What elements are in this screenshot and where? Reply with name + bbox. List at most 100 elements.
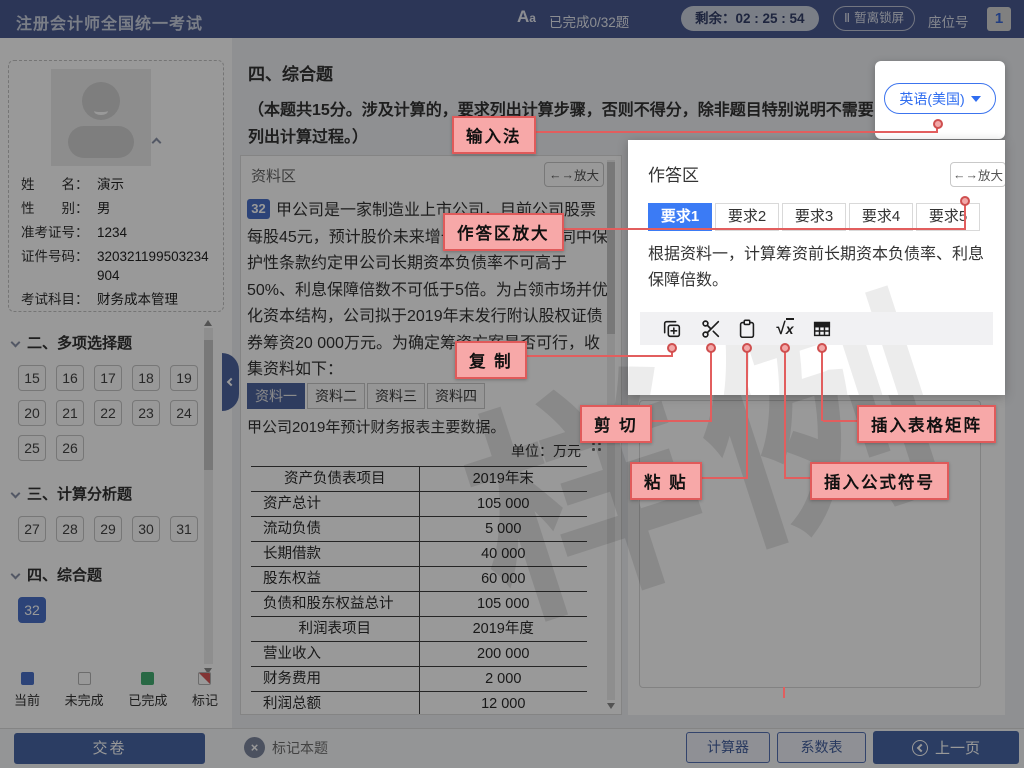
submit-button[interactable]: 交卷 [14,733,205,764]
table-unit: 单位：万元 [251,441,587,461]
status-legend: 当前未完成已完成标记 [10,672,222,709]
note-answer-zoom: 作答区放大 [443,213,564,251]
requirement-tab[interactable]: 要求4 [849,203,913,231]
sidebar-scrollbar[interactable] [204,328,213,664]
table-row: 财务费用2 000 [251,667,587,692]
question-button-21[interactable]: 21 [56,400,84,426]
avatar [51,69,151,166]
seat-number: 1 [987,7,1011,31]
previous-page-button[interactable]: 上一页 [873,731,1019,764]
material-tab[interactable]: 资料四 [427,383,485,409]
note-input-method: 输入法 [452,116,536,154]
answer-panel-title: 作答区 [648,161,699,186]
paste-icon[interactable] [735,317,759,341]
requirement-tab[interactable]: 要求2 [715,203,779,231]
callout-line [821,351,823,421]
question-button-22[interactable]: 22 [94,400,122,426]
scroll-up-icon[interactable] [204,320,212,326]
callout-dot [742,343,752,353]
question-button-27[interactable]: 27 [18,516,46,542]
chevron-left-icon [226,378,234,386]
question-button-17[interactable]: 17 [94,365,122,391]
progress-text: 已完成0/32题 [549,11,629,31]
question-button-25[interactable]: 25 [18,435,46,461]
material-scroll-thumb[interactable] [607,162,615,334]
app-title: 注册会计师全国统一考试 [16,10,203,34]
callout-line [651,420,712,422]
chevron-down-icon [11,338,21,348]
profile-row: 证件号码：320321199503234904 [21,247,217,285]
table-row: 营业收入200 000 [251,642,587,667]
answer-panel-bottom [628,395,1005,715]
answer-panel: 样例 作答区 ←→放大 要求1要求2要求3要求4要求5 根据资料一，计算筹资前长… [628,140,1005,395]
question-button-29[interactable]: 29 [94,516,122,542]
material-tab[interactable]: 资料二 [307,383,365,409]
question-button-30[interactable]: 30 [132,516,160,542]
material-scroll-down-icon[interactable] [607,703,615,709]
collapse-info-icon[interactable] [153,133,160,151]
question-button-15[interactable]: 15 [18,365,46,391]
question-button-24[interactable]: 24 [170,400,198,426]
seat-label: 座位号 [928,11,969,31]
sidebar-scroll-thumb[interactable] [204,340,213,470]
material-tab[interactable]: 资料一 [247,383,305,409]
coefficient-table-button[interactable]: 系数表 [777,732,866,763]
question-button-16[interactable]: 16 [56,365,84,391]
cut-icon[interactable] [699,317,723,341]
table-row: 长期借款40 000 [251,542,587,567]
section-header[interactable]: 二、多项选择题 [12,332,197,353]
requirement-tab[interactable]: 要求1 [648,203,712,231]
chevron-down-icon [11,489,21,499]
material-tab[interactable]: 资料三 [367,383,425,409]
question-button-23[interactable]: 23 [132,400,160,426]
section-header[interactable]: 三、计算分析题 [12,483,197,504]
callout-dot [706,343,716,353]
callout-dot [960,196,970,206]
language-selector-button[interactable]: 英语(美国) [884,83,996,114]
callout-line [529,131,938,133]
pause-lock-button[interactable]: Ⅱ暂离锁屏 [833,6,915,31]
formula-icon[interactable]: √x [773,317,797,341]
requirement-tab[interactable]: 要求5 [916,203,980,231]
question-button-19[interactable]: 19 [170,365,198,391]
financial-table: 资产负债表项目2019年末资产总计105 000流动负债5 000长期借款40 … [251,466,587,715]
callout-dot [817,343,827,353]
mark-question-button[interactable]: × 标记本题 [244,737,328,758]
editor-toolbar: √x [640,312,993,345]
calculator-button[interactable]: 计算器 [686,732,770,763]
question-button-32[interactable]: 32 [18,597,46,623]
font-size-icon[interactable]: Aa [517,7,536,27]
bottom-bar: 交卷 × 标记本题 计算器 系数表 上一页 [0,728,1024,768]
question-button-28[interactable]: 28 [56,516,84,542]
answer-zoom-button[interactable]: ←→放大 [950,162,1005,187]
callout-line [547,228,966,230]
chevron-down-icon [971,96,981,102]
sidebar: 姓 名：演示性 别：男准考证号：1234证件号码：320321199503234… [0,38,232,728]
callout-dot [780,343,790,353]
legend-current: 当前 [14,672,40,709]
question-button-18[interactable]: 18 [132,365,160,391]
question-button-26[interactable]: 26 [56,435,84,461]
material-zoom-button[interactable]: ←→放大 [544,162,604,187]
note-paste: 粘 贴 [630,462,702,500]
question-button-20[interactable]: 20 [18,400,46,426]
note-formula: 插入公式符号 [810,462,949,500]
callout-line [786,477,812,479]
section-header[interactable]: 四、综合题 [12,564,197,585]
table-row: 利润表项目2019年度 [251,617,587,642]
sidebar-collapse-tab[interactable] [222,353,239,411]
table-icon[interactable] [810,317,834,341]
requirement-tab[interactable]: 要求3 [782,203,846,231]
material-tabs: 资料一资料二资料三资料四 [247,383,485,409]
profile-row: 性 别：男 [21,199,217,218]
answer-input-area[interactable] [639,400,981,688]
callout-line [701,477,748,479]
top-bar: 注册会计师全国统一考试 Aa 已完成0/32题 剩余：02 : 25 : 54 … [0,0,1024,38]
question-button-31[interactable]: 31 [170,516,198,542]
question-nav: 二、多项选择题 15 16 17 18 19 20 21 22 23 24 25 26 三、计算分析题 27… [12,326,197,645]
copy-icon[interactable] [660,317,684,341]
callout-line [710,351,712,421]
callout-line [964,204,966,230]
note-copy: 复 制 [455,341,527,379]
chevron-left-icon [912,740,928,756]
